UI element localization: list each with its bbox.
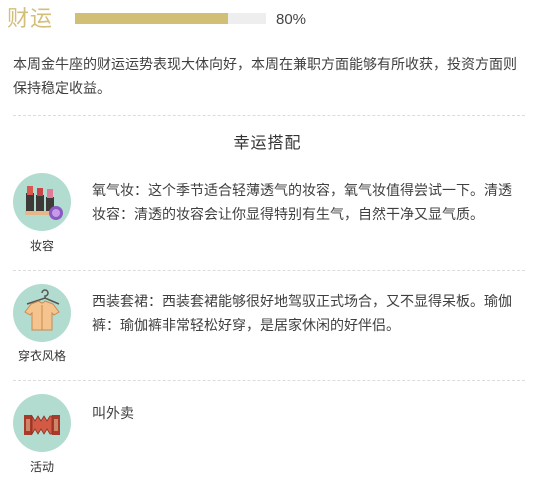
fortune-description: 本周金牛座的财运运势表现大体向好，本周在兼职方面能够有所收获，投资方面则保持稳定… xyxy=(13,56,517,96)
accordion-icon xyxy=(13,394,71,452)
fortune-title: 财运 xyxy=(7,6,54,31)
divider xyxy=(13,270,525,271)
lipstick-icon xyxy=(13,173,71,231)
divider xyxy=(13,380,525,381)
lucky-item-label: 穿衣风格 xyxy=(17,349,66,363)
lucky-item-label: 妆容 xyxy=(29,239,54,253)
shirt-icon xyxy=(13,284,71,342)
fortune-progress-bar xyxy=(75,13,266,24)
lucky-section-title: 幸运搭配 xyxy=(233,135,302,152)
fortune-header: 财运 80% xyxy=(7,4,527,38)
lucky-item-text: 叫外卖 xyxy=(92,405,134,421)
lucky-item-text: 氧气妆：这个季节适合轻薄透气的妆容，氧气妆值得尝试一下。清透妆容：清透的妆容会让… xyxy=(92,182,512,222)
lucky-item-label: 活动 xyxy=(29,460,54,474)
fortune-progress-percent: 80% xyxy=(276,11,307,28)
fortune-progress-fill xyxy=(75,13,228,24)
divider xyxy=(13,115,525,116)
lucky-item-text: 西装套裙：西装套裙能够很好地驾驭正式场合，又不显得呆板。瑜伽裤：瑜伽裤非常轻松好… xyxy=(92,293,512,333)
